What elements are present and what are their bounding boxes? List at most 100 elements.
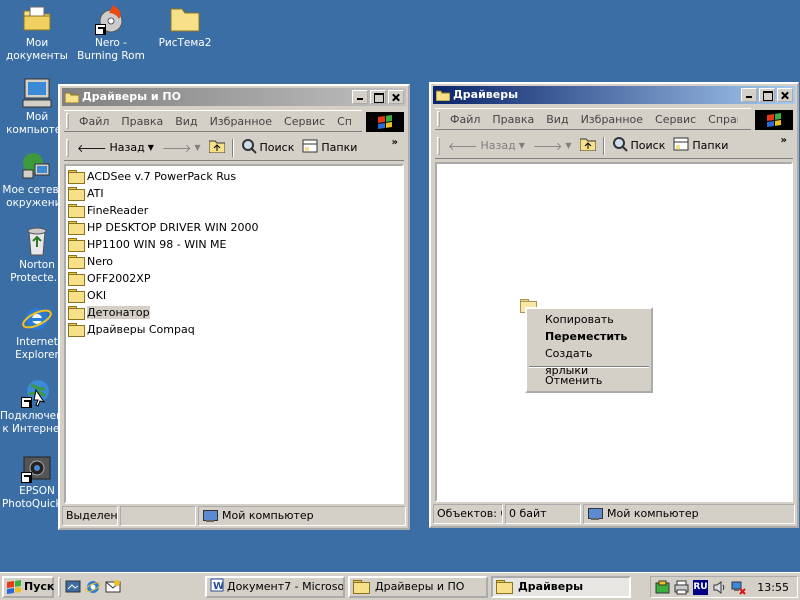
- task-label: Драйверы и ПО: [375, 580, 465, 593]
- menu-help[interactable]: Справка: [702, 113, 738, 126]
- toolbar-grip[interactable]: [66, 138, 69, 157]
- folder-icon: [68, 289, 85, 303]
- forward-arrow-icon: 🡒: [161, 141, 192, 155]
- printer-icon[interactable]: [674, 580, 689, 595]
- toolbar-grip[interactable]: [437, 111, 440, 127]
- start-button[interactable]: Пуск: [2, 575, 54, 598]
- folder-label: ACDSee v.7 PowerPack Rus: [87, 170, 237, 183]
- folder-item[interactable]: HP DESKTOP DRIVER WIN 2000: [66, 219, 402, 236]
- tray-app-icon[interactable]: [655, 580, 670, 595]
- menu-tools[interactable]: Сервис: [278, 115, 331, 128]
- desktop-icon-my-documents[interactable]: Мои документы: [0, 3, 74, 63]
- menu-help[interactable]: Справка: [331, 115, 351, 128]
- taskbar: Пуск W Документ7 - Microso... Драйверы и…: [0, 572, 800, 600]
- network-disconnected-icon[interactable]: [731, 580, 746, 595]
- search-label: Поиск: [630, 139, 666, 152]
- search-button[interactable]: Поиск: [608, 135, 670, 157]
- task-drivers[interactable]: Драйверы: [491, 575, 631, 598]
- folder-icon: [68, 221, 85, 235]
- menu-edit[interactable]: Правка: [115, 115, 169, 128]
- folder-item[interactable]: ACDSee v.7 PowerPack Rus: [66, 168, 402, 185]
- title-bar[interactable]: Драйверы: [433, 86, 795, 104]
- chevron-icon[interactable]: »: [781, 135, 787, 146]
- menu-item-create-shortcuts[interactable]: Создать ярлыки: [527, 345, 651, 377]
- file-list[interactable]: ACDSee v.7 PowerPack Rus ATI FineReader …: [64, 164, 404, 504]
- shortcut-arrow-icon: [21, 472, 32, 483]
- toolbar-grip[interactable]: [437, 136, 440, 155]
- menu-tools[interactable]: Сервис: [649, 113, 702, 126]
- maximize-button[interactable]: [759, 88, 775, 102]
- status-size: 0 байт: [505, 504, 581, 524]
- menu-favorites[interactable]: Избранное: [575, 113, 649, 126]
- folder-item[interactable]: FineReader: [66, 202, 402, 219]
- volume-icon[interactable]: [712, 580, 727, 595]
- folder-item[interactable]: ATI: [66, 185, 402, 202]
- status-location-text: Мой компьютер: [222, 509, 314, 522]
- folder-item-selected[interactable]: Детонатор: [66, 304, 402, 321]
- show-desktop-icon[interactable]: [65, 579, 81, 595]
- up-folder-button[interactable]: [205, 137, 229, 159]
- up-folder-icon: [579, 137, 597, 154]
- search-button[interactable]: Поиск: [237, 137, 299, 159]
- menu-item-cancel[interactable]: Отменить: [527, 372, 651, 389]
- menu-file[interactable]: Файл: [444, 113, 486, 126]
- task-word-document[interactable]: W Документ7 - Microso...: [205, 575, 345, 598]
- status-location: Мой компьютер: [198, 506, 406, 526]
- language-indicator[interactable]: RU: [693, 579, 708, 595]
- my-computer-icon: [21, 77, 53, 109]
- forward-arrow-icon: 🡒: [532, 139, 563, 153]
- back-button[interactable]: 🡐 Назад ▼: [444, 135, 529, 157]
- clock[interactable]: 13:55: [757, 581, 789, 594]
- chevron-icon[interactable]: »: [392, 137, 398, 148]
- up-folder-icon: [208, 139, 226, 156]
- task-label: Документ7 - Microso...: [227, 580, 345, 593]
- folder-item[interactable]: Драйверы Compaq: [66, 321, 402, 338]
- minimize-button[interactable]: [741, 88, 757, 102]
- close-button[interactable]: [777, 88, 793, 102]
- system-tray: RU 13:55: [650, 576, 798, 598]
- maximize-button[interactable]: [370, 90, 386, 104]
- folder-icon: [353, 580, 370, 594]
- close-button[interactable]: [388, 90, 404, 104]
- folder-item[interactable]: OFF2002XP: [66, 270, 402, 287]
- folders-button[interactable]: Папки: [298, 137, 361, 159]
- folder-item[interactable]: OKI: [66, 287, 402, 304]
- folder-item[interactable]: Nero: [66, 253, 402, 270]
- title-bar[interactable]: Драйверы и ПО: [62, 88, 406, 106]
- menu-view[interactable]: Вид: [169, 115, 203, 128]
- forward-button[interactable]: 🡒 ▼: [529, 135, 576, 157]
- back-label: Назад: [480, 139, 516, 152]
- menu-file[interactable]: Файл: [73, 115, 115, 128]
- desktop-icon-ristema[interactable]: РисТема2: [148, 3, 222, 50]
- explorer-window-drivers-software[interactable]: Драйверы и ПО Файл Правка Вид Избранное …: [58, 84, 410, 530]
- ie-icon[interactable]: [85, 579, 101, 595]
- menu-favorites[interactable]: Избранное: [204, 115, 278, 128]
- folder-label: Nero: [87, 255, 114, 268]
- back-button[interactable]: 🡐 Назад ▼: [73, 137, 158, 159]
- menu-view[interactable]: Вид: [540, 113, 574, 126]
- folder-label: HP1100 WIN 98 - WIN ME: [87, 238, 227, 251]
- folder-icon: [68, 323, 85, 337]
- desktop-icon-nero[interactable]: Nero - Burning Rom: [74, 3, 148, 63]
- up-folder-button[interactable]: [576, 135, 600, 157]
- taskbar-grip[interactable]: [58, 576, 61, 597]
- menu-item-move[interactable]: Переместить: [527, 328, 651, 345]
- windows-logo: [755, 110, 793, 130]
- forward-button[interactable]: 🡒 ▼: [158, 137, 205, 159]
- folders-button[interactable]: Папки: [669, 135, 732, 157]
- minimize-button[interactable]: [352, 90, 368, 104]
- folder-item[interactable]: HP1100 WIN 98 - WIN ME: [66, 236, 402, 253]
- explorer-window-drivers[interactable]: Драйверы Файл Правка Вид Избранное Серви…: [429, 82, 799, 528]
- word-icon: W: [210, 578, 224, 595]
- toolbar-grip[interactable]: [66, 113, 69, 129]
- status-location: Мой компьютер: [583, 504, 795, 524]
- menu-bar: Файл Правка Вид Избранное Сервис Справка: [64, 110, 362, 132]
- folder-label: Драйверы Compaq: [87, 323, 195, 336]
- menu-item-copy[interactable]: Копировать: [527, 311, 651, 328]
- outlook-express-icon[interactable]: [105, 579, 121, 595]
- status-size-text: 0 байт: [509, 507, 547, 520]
- folders-icon: [302, 139, 318, 156]
- shortcut-arrow-icon: [21, 397, 32, 408]
- task-drivers-software[interactable]: Драйверы и ПО: [348, 575, 488, 598]
- menu-edit[interactable]: Правка: [486, 113, 540, 126]
